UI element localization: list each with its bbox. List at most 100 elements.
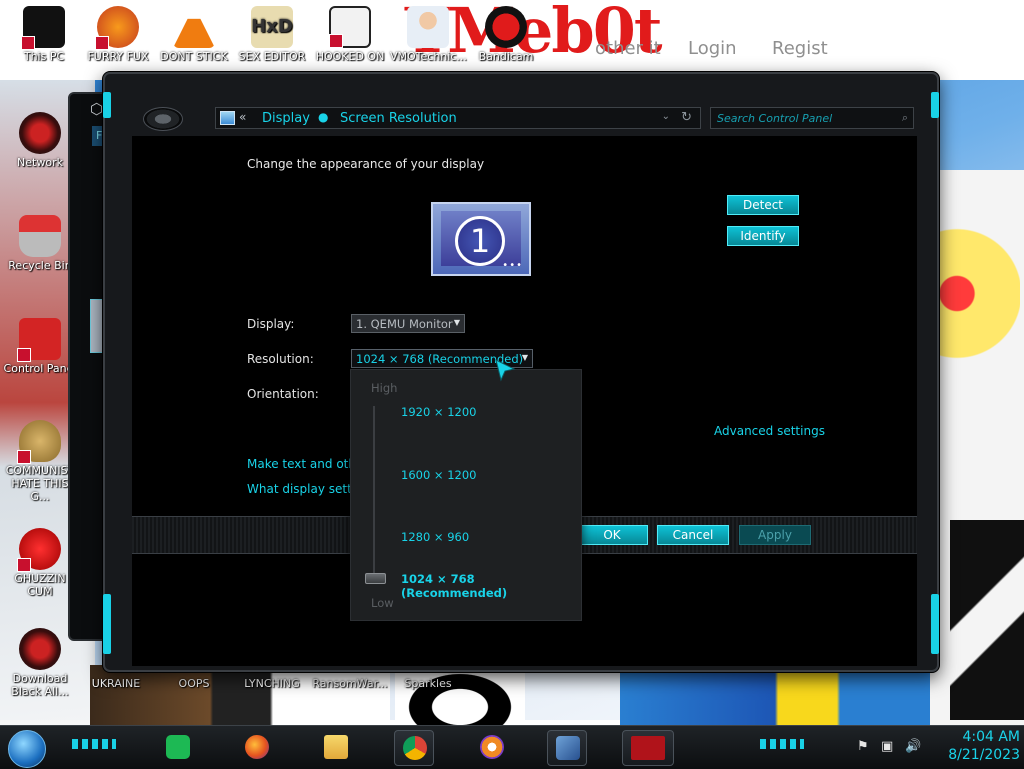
desktop-icon-label: VMOTechnic... (390, 50, 467, 63)
desktop-icon-label: LYNCHING (244, 677, 300, 690)
resolution-option-1280x960[interactable]: 1280 × 960 (401, 530, 469, 544)
resolution-label: Resolution: (247, 352, 314, 366)
desktop-icon-recycle-bin[interactable]: Recycle Bin (2, 215, 78, 272)
desktop-icon-label: Sparkles (404, 677, 452, 690)
page-title: Change the appearance of your display (247, 157, 485, 171)
advanced-settings-link[interactable]: Advanced settings (714, 424, 825, 438)
taskbar-decoration-left (72, 739, 116, 749)
dropdown-low-label: Low (371, 596, 394, 610)
vlc-cone-icon (173, 6, 215, 48)
doctor-avatar-icon (407, 6, 449, 48)
detect-button[interactable]: Detect (727, 195, 799, 215)
desktop-icon-ransomware[interactable]: RansomWar... (312, 677, 388, 690)
monitor-dots: ••• (502, 260, 523, 271)
ghost-link-3: Regist (772, 38, 828, 59)
desktop-icon-bandicam[interactable]: Bandicam (468, 6, 544, 63)
frame-glow-left-bottom (103, 594, 111, 654)
display-select-value: 1. QEMU Monitor (356, 317, 453, 331)
ok-button[interactable]: OK (576, 525, 648, 545)
navigation-bar: « Display ● Screen Resolution ⌄ ↻ Search… (105, 74, 937, 134)
virtualbox-cube-icon: ⬡ (90, 100, 104, 118)
desktop-icon-sex-editor[interactable]: HxD SEX EDITOR (234, 6, 310, 63)
chrome-icon[interactable] (394, 730, 434, 766)
file-explorer-icon[interactable] (316, 730, 356, 766)
desktop-icon-communist[interactable]: COMMUNIST HATE THIS G... (2, 420, 78, 503)
refresh-icon[interactable]: ↻ (681, 110, 692, 125)
resolution-option-1920x1200[interactable]: 1920 × 1200 (401, 405, 476, 419)
desktop-icon-label: Network (17, 156, 63, 169)
action-center-flag-icon[interactable]: ⚑ (857, 739, 869, 754)
desktop-icon-label: FURRY FUX (87, 50, 149, 63)
frame-glow-right-bottom (931, 594, 939, 654)
desktop-icon-vmotechnic[interactable]: VMOTechnic... (390, 6, 467, 63)
virtualbox-icon[interactable] (547, 730, 587, 766)
desktop-icon-furry-fux[interactable]: FURRY FUX (80, 6, 156, 63)
red-creature-icon (17, 528, 61, 572)
clock-time: 4:04 AM (962, 729, 1020, 745)
network-tray-icon[interactable]: ▣ (881, 739, 893, 754)
breadcrumb-separator-icon[interactable]: ● (318, 110, 328, 124)
desktop-icon-label: UKRAINE (91, 677, 141, 690)
desktop-icon-dont-stick[interactable]: DONT STICK (156, 6, 232, 63)
search-input[interactable]: Search Control Panel (717, 112, 832, 125)
firefox-icon[interactable] (237, 730, 277, 766)
firefox-icon (95, 6, 139, 50)
proton-vpn-icon[interactable] (472, 730, 512, 766)
desktop-icon-hooked-on[interactable]: HOOKED ON (312, 6, 388, 63)
resolution-slider-track[interactable] (373, 406, 375, 582)
search-icon[interactable]: ⌕ (902, 111, 908, 125)
desktop-icon-label: Bandicam (478, 50, 534, 63)
resolution-option-1600x1200[interactable]: 1600 × 1200 (401, 468, 476, 482)
this-pc-icon (21, 6, 65, 50)
breadcrumb-screen-resolution[interactable]: Screen Resolution (340, 111, 457, 126)
start-orb-button[interactable] (8, 730, 46, 768)
desktop-icon-label: HOOKED ON (315, 50, 385, 63)
desktop-icon-label: This PC (23, 50, 65, 63)
resolution-slider-thumb[interactable] (365, 573, 386, 584)
desktop-icon-label: SEX EDITOR (238, 50, 306, 63)
desktop-icon-ghuzzin[interactable]: GHUZZIN CUM (2, 528, 78, 598)
resolution-dropdown[interactable]: High 1920 × 1200 1600 × 1200 1280 × 960 … (350, 369, 582, 621)
taskbar-decoration-right (760, 739, 804, 749)
taskbar-clock[interactable]: 4:04 AM 8/21/2023 (930, 728, 1020, 764)
desktop-icon-label: Control Panel (3, 362, 77, 375)
control-panel-icon (17, 318, 61, 362)
desktop-icon-label: Recycle Bin (8, 259, 72, 272)
monitor-preview[interactable]: 1 ••• (431, 202, 531, 276)
monitor-number-badge: 1 (455, 216, 505, 266)
recycle-bin-icon (19, 215, 61, 257)
spotify-icon[interactable] (158, 730, 198, 766)
display-select[interactable]: 1. QEMU Monitor ▼ (351, 314, 465, 333)
desktop-icon-network[interactable]: Network (2, 112, 78, 169)
hxd-editor-icon: HxD (251, 6, 293, 48)
desktop-icon-label: Download Black All... (11, 672, 69, 698)
resolution-option-1024x768[interactable]: 1024 × 768 (Recommended) (401, 572, 581, 600)
chevron-down-icon: ▼ (453, 318, 460, 327)
cancel-button[interactable]: Cancel (657, 525, 729, 545)
desktop-icon-download-black[interactable]: Download Black All... (2, 628, 78, 698)
dropdown-high-label: High (371, 381, 398, 395)
mouse-cursor-icon (495, 359, 516, 382)
clock-date: 8/21/2023 (948, 747, 1020, 763)
search-box[interactable]: Search Control Panel ⌕ (710, 107, 914, 129)
ghost-link-2: Login (688, 38, 737, 59)
desktop-icon-label: DONT STICK (160, 50, 228, 63)
back-forward-orb[interactable] (143, 107, 183, 131)
chevron-left-icon[interactable]: « (239, 110, 246, 124)
desktop-icon-lynching[interactable]: LYNCHING (234, 677, 310, 690)
bandicam-record-icon (485, 6, 527, 48)
breadcrumb-display[interactable]: Display (262, 111, 310, 126)
maze-app-icon (329, 6, 371, 48)
identify-button[interactable]: Identify (727, 226, 799, 246)
volume-icon[interactable]: 🔊 (905, 739, 921, 754)
active-window-icon[interactable] (622, 730, 674, 766)
desktop-icon-ukraine[interactable]: UKRAINE (78, 677, 154, 690)
address-bar[interactable]: « Display ● Screen Resolution ⌄ ↻ (215, 107, 701, 129)
desktop-icon-sparkles[interactable]: Sparkles (390, 677, 466, 690)
ghost-link-1: other it (595, 38, 661, 59)
desktop-icon-oops[interactable]: OOPS (156, 677, 232, 690)
apply-button[interactable]: Apply (739, 525, 811, 545)
desktop-icon-this-pc[interactable]: This PC (6, 6, 82, 63)
desktop-icon-control-panel[interactable]: Control Panel (2, 318, 78, 375)
chevron-down-icon[interactable]: ⌄ (662, 111, 670, 122)
